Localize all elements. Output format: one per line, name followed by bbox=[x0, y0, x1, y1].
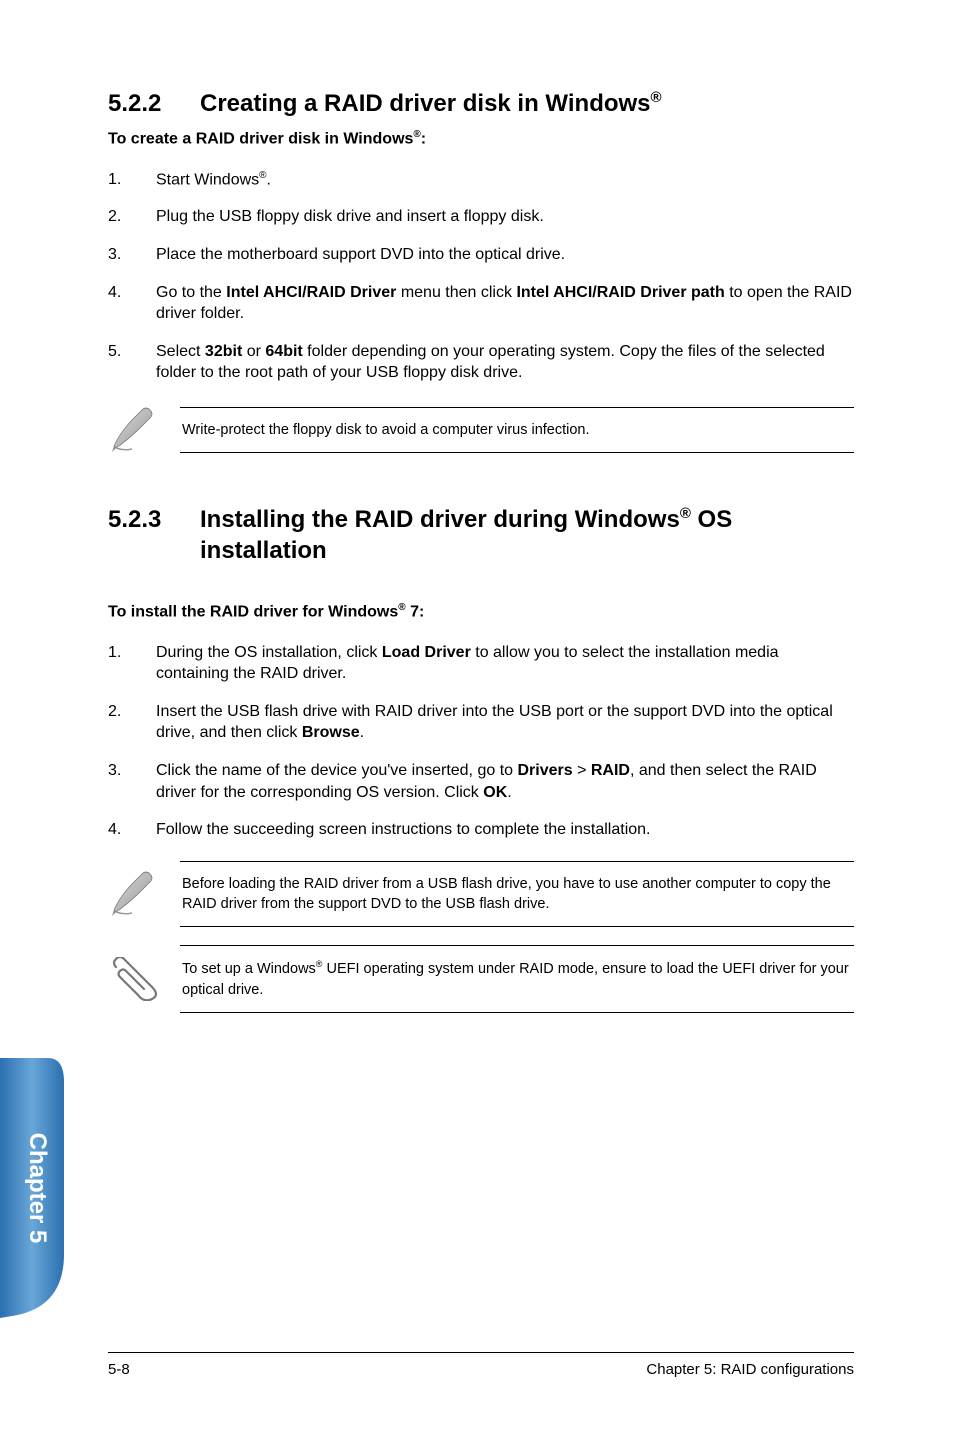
step-bold: Intel AHCI/RAID Driver bbox=[226, 284, 396, 301]
section-number: 5.2.2 bbox=[108, 88, 200, 119]
step-text: . bbox=[267, 171, 271, 188]
step-bold: Browse bbox=[302, 724, 360, 741]
subheading-text: To create a RAID driver disk in Windows bbox=[108, 131, 413, 148]
step-text: Go to the bbox=[156, 284, 226, 301]
subheading-suffix: 7: bbox=[406, 604, 425, 621]
note-icon-column bbox=[108, 957, 180, 1001]
note-icon-column bbox=[108, 404, 180, 456]
note-content: Before loading the RAID driver from a US… bbox=[182, 876, 831, 912]
spine-graphic: Chapter 5 bbox=[0, 1058, 64, 1318]
step-item: Plug the USB floppy disk drive and inser… bbox=[108, 198, 854, 236]
step-item: Click the name of the device you've inse… bbox=[108, 752, 854, 811]
step-item: Go to the Intel AHCI/RAID Driver menu th… bbox=[108, 274, 854, 333]
section-522-title: Creating a RAID driver disk in Windows bbox=[200, 90, 651, 117]
step-bold: 64bit bbox=[265, 343, 302, 360]
note-text: To set up a Windows® UEFI operating syst… bbox=[180, 945, 854, 1012]
note-text: Before loading the RAID driver from a US… bbox=[180, 861, 854, 928]
step-text: > bbox=[573, 762, 591, 779]
registered-symbol: ® bbox=[259, 170, 266, 181]
step-item: Insert the USB flash drive with RAID dri… bbox=[108, 693, 854, 752]
note-content: Write-protect the floppy disk to avoid a… bbox=[182, 422, 590, 438]
section-523-steps: During the OS installation, click Load D… bbox=[108, 634, 854, 849]
section-522-heading: 5.2.2Creating a RAID driver disk in Wind… bbox=[108, 88, 854, 119]
step-bold: OK bbox=[483, 784, 507, 801]
section-523-title-l2: installation bbox=[200, 535, 327, 566]
subheading-text: To install the RAID driver for Windows bbox=[108, 604, 398, 621]
registered-symbol: ® bbox=[680, 505, 691, 522]
step-bold: Intel AHCI/RAID Driver path bbox=[516, 284, 724, 301]
page-footer: 5-8 Chapter 5: RAID configurations bbox=[108, 1352, 854, 1378]
step-text: During the OS installation, click bbox=[156, 644, 382, 661]
page-content: 5.2.2Creating a RAID driver disk in Wind… bbox=[108, 88, 854, 1398]
step-text: Place the motherboard support DVD into t… bbox=[156, 246, 565, 263]
step-text: . bbox=[360, 724, 364, 741]
section-522-steps: Start Windows®. Plug the USB floppy disk… bbox=[108, 161, 854, 392]
step-item: Place the motherboard support DVD into t… bbox=[108, 236, 854, 274]
step-text: Click the name of the device you've inse… bbox=[156, 762, 517, 779]
step-text: Insert the USB flash drive with RAID dri… bbox=[156, 703, 833, 742]
note-block: Write-protect the floppy disk to avoid a… bbox=[108, 404, 854, 456]
step-text: menu then click bbox=[396, 284, 516, 301]
step-text: Follow the succeeding screen instruction… bbox=[156, 821, 650, 838]
section-523-heading: 5.2.3Installing the RAID driver during W… bbox=[108, 504, 854, 566]
step-bold: RAID bbox=[591, 762, 630, 779]
step-bold: Load Driver bbox=[382, 644, 471, 661]
document-page: 5.2.2Creating a RAID driver disk in Wind… bbox=[0, 0, 954, 1438]
pencil-note-icon bbox=[110, 868, 162, 920]
note-block: Before loading the RAID driver from a US… bbox=[108, 861, 854, 928]
step-bold: 32bit bbox=[205, 343, 242, 360]
section-522-subheading: To create a RAID driver disk in Windows®… bbox=[108, 129, 854, 148]
step-item: Start Windows®. bbox=[108, 161, 854, 199]
registered-symbol: ® bbox=[651, 89, 662, 106]
footer-chapter-label: Chapter 5: RAID configurations bbox=[646, 1361, 854, 1378]
chapter-spine-tab: Chapter 5 bbox=[0, 1058, 64, 1318]
note-block: To set up a Windows® UEFI operating syst… bbox=[108, 945, 854, 1012]
section-number: 5.2.3 bbox=[108, 504, 200, 535]
step-text: or bbox=[242, 343, 265, 360]
note-content: To set up a Windows bbox=[182, 961, 316, 977]
step-text: Start Windows bbox=[156, 171, 259, 188]
page-number: 5-8 bbox=[108, 1361, 130, 1378]
pencil-note-icon bbox=[110, 404, 162, 456]
step-item: During the OS installation, click Load D… bbox=[108, 634, 854, 693]
spine-label: Chapter 5 bbox=[24, 1133, 51, 1244]
registered-symbol: ® bbox=[398, 602, 405, 613]
paperclip-icon bbox=[110, 957, 160, 1001]
step-bold: Drivers bbox=[517, 762, 572, 779]
subheading-suffix: : bbox=[421, 131, 426, 148]
registered-symbol: ® bbox=[413, 129, 420, 140]
step-text: . bbox=[507, 784, 511, 801]
step-item: Select 32bit or 64bit folder depending o… bbox=[108, 333, 854, 392]
note-text: Write-protect the floppy disk to avoid a… bbox=[180, 407, 854, 453]
note-icon-column bbox=[108, 868, 180, 920]
section-523-subheading: To install the RAID driver for Windows® … bbox=[108, 602, 854, 621]
step-text: Plug the USB floppy disk drive and inser… bbox=[156, 208, 544, 225]
step-text: Select bbox=[156, 343, 205, 360]
section-523-title-l1: Installing the RAID driver during Window… bbox=[200, 506, 680, 533]
section-523-title-suffix: OS bbox=[691, 506, 732, 533]
step-item: Follow the succeeding screen instruction… bbox=[108, 811, 854, 849]
